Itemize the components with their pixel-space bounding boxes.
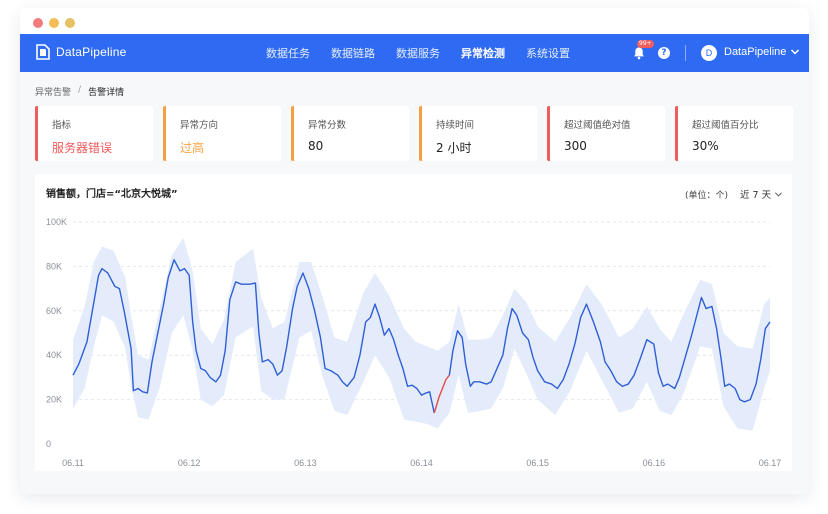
x-tick-label: 06.11 [62, 458, 84, 468]
maximize-window-button[interactable] [65, 18, 75, 28]
y-tick-label: 40K [46, 350, 62, 360]
card-value: 服务器错误 [52, 141, 113, 155]
y-tick-label: 0 [46, 439, 51, 449]
x-tick-label: 06.16 [643, 458, 666, 468]
user-name[interactable]: DataPipeline [724, 46, 786, 58]
menu-item-system-settings[interactable]: 系统设置 [526, 45, 570, 61]
time-range-select[interactable]: 近 7 天 [740, 187, 783, 201]
time-range-value: 近 7 天 [740, 190, 772, 201]
duration-card: 持续时间 2 小时 [419, 106, 537, 161]
card-value: 80 [308, 139, 324, 153]
main-menu: 数据任务 数据链路 数据服务 异常检测 系统设置 [266, 34, 570, 72]
breadcrumb-separator: / [78, 85, 82, 95]
chevron-down-icon[interactable] [790, 47, 800, 57]
y-tick-label: 20K [46, 395, 62, 405]
card-value: 300 [564, 139, 587, 153]
x-tick-label: 06.17 [759, 458, 782, 468]
minimize-window-button[interactable] [49, 18, 59, 28]
card-label: 指标 [52, 120, 72, 131]
brand-name: DataPipeline [56, 45, 127, 59]
breadcrumb-parent[interactable]: 异常告警 [35, 85, 71, 98]
y-tick-label: 80K [46, 261, 62, 271]
card-label: 持续时间 [436, 120, 475, 131]
menu-item-anomaly-detection[interactable]: 异常检测 [461, 45, 505, 61]
summary-cards: 指标 服务器错误 异常方向 过高 异常分数 80 持续时间 2 小时 超过阈值绝… [35, 106, 793, 161]
app-window: DataPipeline 数据任务 数据链路 数据服务 异常检测 系统设置 99… [20, 8, 809, 494]
y-tick-label: 60K [46, 306, 62, 316]
direction-card: 异常方向 过高 [163, 106, 281, 161]
sales-line-chart: 0 20K 40K 60K 80K 100K 06.11 06.12 06.13 06.14 06.… [46, 217, 782, 468]
chart-title: 销售额，门店=“北京大悦城” [46, 189, 178, 200]
card-label: 异常分数 [308, 120, 347, 131]
menu-item-data-services[interactable]: 数据服务 [396, 45, 440, 61]
breadcrumb-current: 告警详情 [88, 88, 125, 98]
help-icon[interactable]: ? [658, 47, 670, 59]
threshold-percent-card: 超过阈值百分比 30% [675, 106, 793, 161]
chart-panel: 0 20K 40K 60K 80K 100K 06.11 06.12 06.13 06.14 06.… [35, 174, 792, 471]
chart-unit-label: (单位：个) [685, 191, 729, 201]
menu-item-data-links[interactable]: 数据链路 [331, 45, 375, 61]
score-card: 异常分数 80 [291, 106, 409, 161]
x-tick-label: 06.12 [178, 458, 201, 468]
user-avatar[interactable]: D [701, 45, 717, 61]
datapipeline-logo-icon [36, 44, 50, 60]
y-tick-label: 100K [46, 217, 67, 227]
menu-item-data-tasks[interactable]: 数据任务 [266, 45, 310, 61]
nav-divider [685, 45, 686, 61]
threshold-absolute-card: 超过阈值绝对值 300 [547, 106, 665, 161]
x-tick-label: 06.14 [410, 458, 433, 468]
notification-badge: 99+ [637, 40, 654, 48]
card-label: 异常方向 [180, 120, 219, 131]
x-tick-label: 06.13 [294, 458, 317, 468]
top-navigation-bar: DataPipeline 数据任务 数据链路 数据服务 异常检测 系统设置 99… [20, 34, 809, 72]
card-value: 30% [692, 139, 719, 153]
brand[interactable]: DataPipeline [36, 43, 126, 61]
chevron-down-icon [775, 191, 783, 197]
close-window-button[interactable] [33, 18, 43, 28]
notification-bell-icon[interactable] [632, 46, 646, 60]
card-value: 过高 [180, 141, 205, 155]
metric-card: 指标 服务器错误 [35, 106, 153, 161]
card-label: 超过阈值绝对值 [564, 120, 631, 131]
card-value: 2 小时 [436, 141, 472, 155]
breadcrumb: 异常告警 / 告警详情 [35, 85, 124, 98]
card-label: 超过阈值百分比 [692, 120, 759, 131]
window-titlebar [20, 8, 809, 34]
x-tick-label: 06.15 [526, 458, 549, 468]
